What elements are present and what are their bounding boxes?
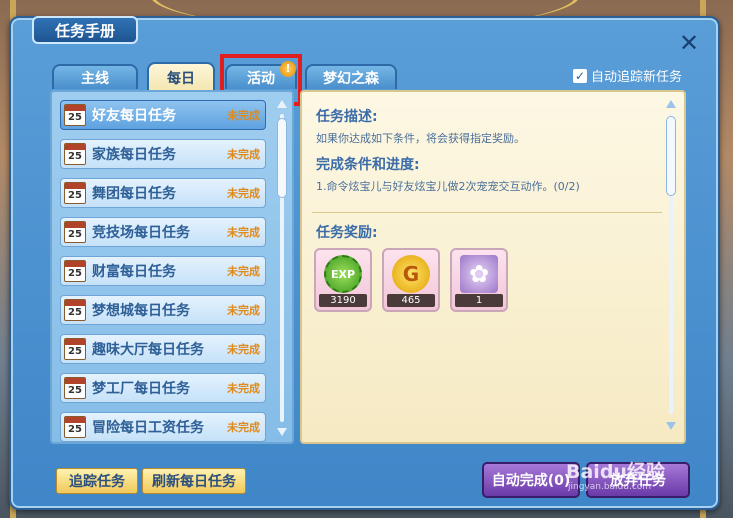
task-name: 冒险每日工资任务 [92,420,204,436]
task-status: 未完成 [227,148,260,161]
task-name: 舞团每日任务 [92,186,176,202]
task-status: 未完成 [227,187,260,200]
calendar-icon [64,143,86,165]
task-name: 竞技场每日任务 [92,225,190,241]
calendar-icon [64,416,86,438]
task-list-item[interactable]: 好友每日任务 未完成 [60,100,266,130]
task-list-item[interactable]: 家族每日任务 未完成 [60,139,266,169]
description-title: 任务描述: [316,109,378,125]
task-list-item[interactable]: 冒险每日工资任务 未完成 [60,412,266,442]
baidu-watermark: Baidu经验 [566,461,665,483]
calendar-icon [64,182,86,204]
track-task-button[interactable]: 追踪任务 [56,468,138,494]
calendar-icon [64,299,86,321]
calendar-icon [64,260,86,282]
task-status: 未完成 [227,265,260,278]
detail-scrollbar[interactable] [664,100,678,430]
checkbox-icon[interactable]: ✓ [573,68,587,83]
flower-item-icon: ✿ [460,255,498,293]
task-status: 未完成 [227,109,260,122]
scroll-up-icon[interactable] [666,100,676,108]
task-status: 未完成 [227,304,260,317]
task-list-item[interactable]: 竞技场每日任务 未完成 [60,217,266,247]
tab-main-quest[interactable]: 主线 [52,64,138,89]
task-status: 未完成 [227,382,260,395]
task-name: 财富每日任务 [92,264,176,280]
task-list-item[interactable]: 梦想城每日任务 未完成 [60,295,266,325]
exp-icon: EXP [324,255,362,293]
section-divider [312,212,662,213]
task-list-scrollbar[interactable] [275,100,289,436]
task-list-item[interactable]: 舞团每日任务 未完成 [60,178,266,208]
tab-daily[interactable]: 每日 [147,62,215,91]
scroll-down-icon[interactable] [277,428,287,436]
calendar-icon [64,377,86,399]
task-name: 趣味大厅每日任务 [92,342,204,358]
watermark-url: jingyan.baidu.com [568,482,652,492]
gold-coin-icon: G [392,255,430,293]
reward-quantity: 465 [387,294,435,307]
auto-track-label: 自动追踪新任务 [591,70,683,85]
window-title: 任务手册 [32,16,138,44]
scroll-thumb[interactable] [666,116,676,196]
reward-quantity: 3190 [319,294,367,307]
task-list-item[interactable]: 梦工厂每日任务 未完成 [60,373,266,403]
reward-slot-item[interactable]: ✿ 1 [450,248,508,312]
task-name: 好友每日任务 [92,108,176,124]
rewards-title: 任务奖励: [316,225,378,241]
task-status: 未完成 [227,343,260,356]
conditions-title: 完成条件和进度: [316,157,420,173]
reward-quantity: 1 [455,294,503,307]
task-status: 未完成 [227,421,260,434]
task-list-item[interactable]: 财富每日任务 未完成 [60,256,266,286]
task-detail-panel: 任务描述: 如果你达成如下条件，将会获得指定奖励。 完成条件和进度: 1.命令炫… [300,90,686,444]
calendar-icon [64,221,86,243]
calendar-icon [64,104,86,126]
description-text: 如果你达成如下条件，将会获得指定奖励。 [316,132,525,145]
reward-slot-gold[interactable]: G 465 [382,248,440,312]
task-status: 未完成 [227,226,260,239]
calendar-icon [64,338,86,360]
refresh-daily-button[interactable]: 刷新每日任务 [142,468,246,494]
task-name: 梦想城每日任务 [92,303,190,319]
conditions-text: 1.命令炫宝儿与好友炫宝儿做2次宠宠交互动作。(0/2) [316,180,580,193]
task-list-panel: 好友每日任务 未完成 家族每日任务 未完成 舞团每日任务 未完成 竞技场每日任务… [50,90,294,444]
task-name: 家族每日任务 [92,147,176,163]
auto-track-toggle[interactable]: ✓ 自动追踪新任务 [573,66,682,85]
scroll-thumb[interactable] [277,118,287,198]
reward-slot-exp[interactable]: EXP 3190 [314,248,372,312]
scroll-up-icon[interactable] [277,100,287,108]
close-icon[interactable]: ✕ [678,31,700,55]
task-list-item[interactable]: 趣味大厅每日任务 未完成 [60,334,266,364]
tab-dream-forest[interactable]: 梦幻之森 [305,64,397,89]
task-name: 梦工厂每日任务 [92,381,190,397]
scroll-down-icon[interactable] [666,422,676,430]
